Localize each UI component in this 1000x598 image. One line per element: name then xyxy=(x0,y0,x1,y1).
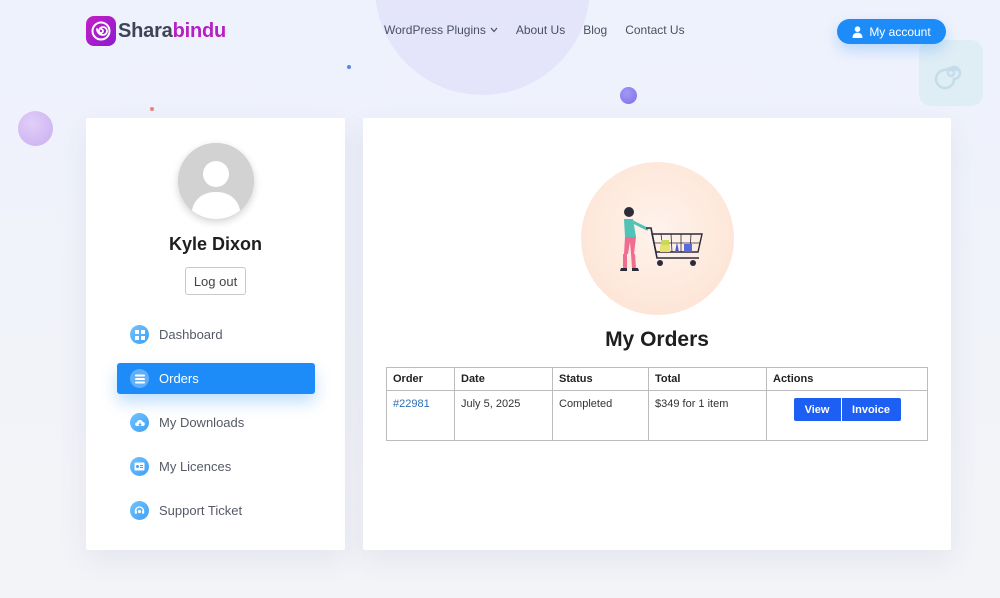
chevron-down-icon xyxy=(490,27,498,33)
page-title: My Orders xyxy=(605,328,709,351)
sidebar-item-my-licences[interactable]: My Licences xyxy=(117,451,315,482)
view-order-button[interactable]: View xyxy=(793,398,841,421)
my-account-button[interactable]: My account xyxy=(837,19,946,44)
avatar xyxy=(178,143,254,219)
background-bubble xyxy=(18,111,53,146)
logo-text-part1: Shara xyxy=(118,19,173,42)
logo-text-part2: bindu xyxy=(172,19,227,42)
sidebar-item-label: Dashboard xyxy=(159,327,223,342)
background-dot xyxy=(150,107,154,111)
order-total: $349 for 1 item xyxy=(648,390,767,441)
column-header-date: Date xyxy=(454,367,553,391)
licence-card-icon xyxy=(130,457,149,476)
table-row: #22981 July 5, 2025 Completed $349 for 1… xyxy=(386,390,928,441)
orders-panel: My Orders Order Date Status Total Action… xyxy=(363,118,951,550)
order-status: Completed xyxy=(552,390,649,441)
order-actions: View Invoice xyxy=(793,398,901,421)
support-headset-icon xyxy=(130,501,149,520)
order-date: July 5, 2025 xyxy=(454,390,553,441)
nav-item-contact-us[interactable]: Contact Us xyxy=(625,23,684,37)
sidebar-item-orders[interactable]: Orders xyxy=(117,363,315,394)
order-number-cell: #22981 xyxy=(386,390,455,441)
user-icon xyxy=(852,25,863,38)
background-dot xyxy=(347,65,351,69)
user-name: Kyle Dixon xyxy=(168,234,263,254)
nav-item-label: About Us xyxy=(515,23,566,37)
nav-item-blog[interactable]: Blog xyxy=(583,23,607,37)
column-header-total: Total xyxy=(648,367,767,391)
account-sidebar: Kyle Dixon Log out Dashboard Orders My D… xyxy=(86,118,345,550)
sidebar-item-my-downloads[interactable]: My Downloads xyxy=(117,407,315,438)
default-user-icon xyxy=(178,143,254,219)
main-nav: WordPress Plugins About Us Blog Contact … xyxy=(384,23,685,37)
shopping-cart-illustration xyxy=(581,162,734,315)
background-bubble xyxy=(620,87,637,104)
orders-icon xyxy=(130,369,149,388)
sidebar-item-label: Orders xyxy=(159,371,199,386)
order-actions-cell: View Invoice xyxy=(766,390,928,441)
orders-table: Order Date Status Total Actions #22981 J… xyxy=(386,367,928,441)
sidebar-item-support-ticket[interactable]: Support Ticket xyxy=(117,495,315,526)
logo-spiral-icon xyxy=(86,16,116,46)
sidebar-item-label: My Downloads xyxy=(159,415,245,430)
my-account-label: My account xyxy=(869,24,931,39)
cloud-download-icon xyxy=(130,413,149,432)
site-header: Sharabindu WordPress Plugins About Us Bl… xyxy=(0,0,1000,64)
nav-item-label: Blog xyxy=(583,23,608,37)
nav-item-label: Contact Us xyxy=(625,23,685,37)
invoice-button[interactable]: Invoice xyxy=(841,398,901,421)
column-header-order: Order xyxy=(386,367,455,391)
nav-item-wordpress-plugins[interactable]: WordPress Plugins xyxy=(384,23,498,37)
logout-button[interactable]: Log out xyxy=(185,267,246,295)
nav-item-about-us[interactable]: About Us xyxy=(516,23,565,37)
sidebar-item-label: Support Ticket xyxy=(159,503,243,518)
order-number-link[interactable]: #22981 xyxy=(393,398,430,410)
column-header-actions: Actions xyxy=(766,367,928,391)
logo-text: Sharabindu xyxy=(118,20,226,43)
sidebar-item-label: My Licences xyxy=(159,459,232,474)
site-logo[interactable]: Sharabindu xyxy=(86,16,226,46)
column-header-status: Status xyxy=(552,367,649,391)
sidebar-item-dashboard[interactable]: Dashboard xyxy=(117,319,315,350)
table-header-row: Order Date Status Total Actions xyxy=(386,367,928,391)
nav-item-label: WordPress Plugins xyxy=(384,23,486,37)
dashboard-icon xyxy=(130,325,149,344)
